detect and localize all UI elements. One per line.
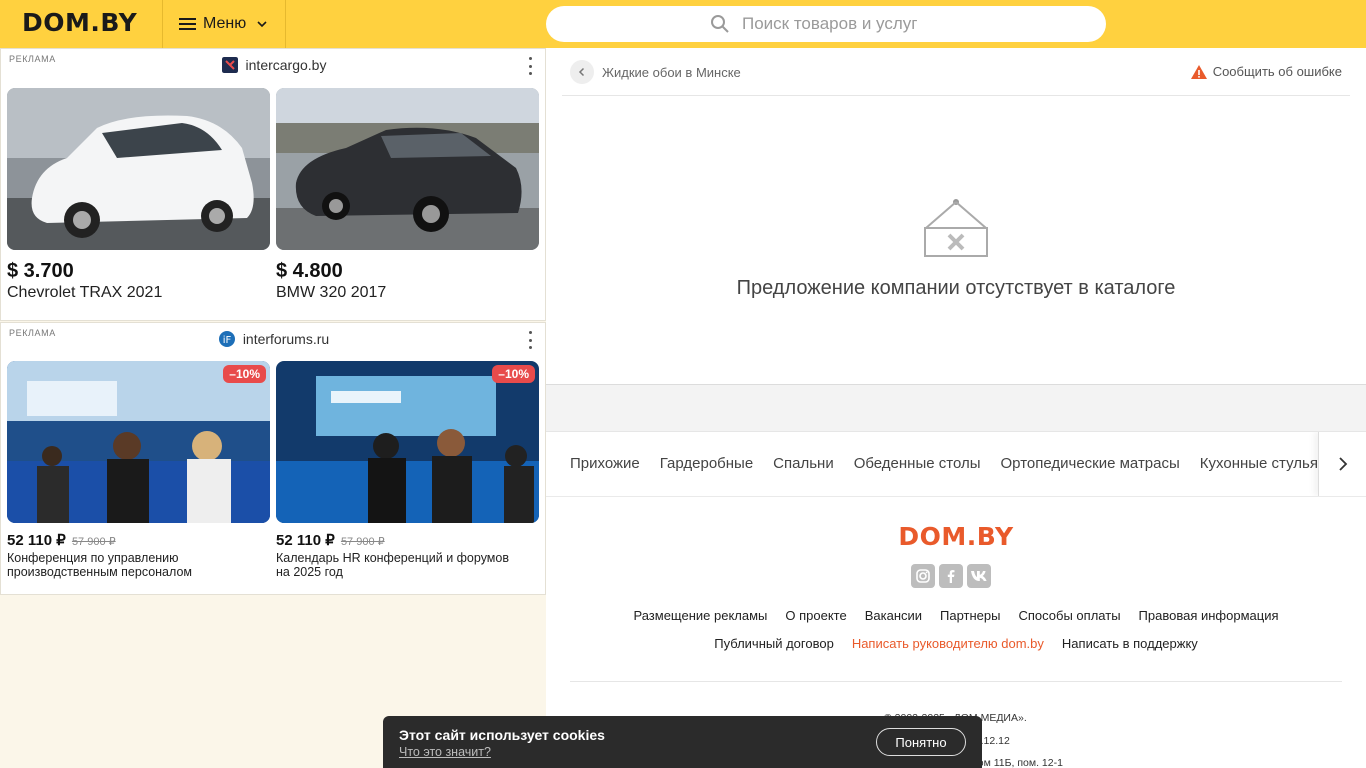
- chevron-down-icon: [257, 21, 267, 28]
- footer-link[interactable]: Размещение рекламы: [633, 608, 767, 623]
- footer-link[interactable]: Вакансии: [865, 608, 922, 623]
- main-content: Жидкие обои в Минске Сообщить об ошибке …: [546, 48, 1366, 768]
- ad-block: РЕКЛАМА iF interforums.ru –10% 52 110 ₽ …: [0, 322, 546, 595]
- menu-button[interactable]: Меню: [162, 0, 286, 48]
- footer-link[interactable]: Способы оплаты: [1019, 608, 1121, 623]
- ad-title: Chevrolet TRAX 2021: [7, 284, 163, 301]
- burger-icon: [179, 17, 196, 31]
- ad-card[interactable]: –10% 52 110 ₽ 57 900 ₽ Конференция по уп…: [7, 361, 270, 579]
- footer-link[interactable]: Партнеры: [940, 608, 1000, 623]
- ad-title-line: на 2025 год: [276, 565, 343, 579]
- empty-sign-icon: [924, 199, 988, 257]
- discount-badge: –10%: [492, 365, 535, 383]
- search-bar[interactable]: [546, 6, 1106, 42]
- spacer-band: [546, 384, 1366, 432]
- search-icon: [711, 15, 729, 33]
- footer-link-ceo[interactable]: Написать руководителю dom.by: [852, 636, 1044, 651]
- ads-column: РЕКЛАМА intercargo.by $ 3.700 Chevrolet …: [0, 48, 546, 768]
- footer-links-primary: Размещение рекламы О проекте Вакансии Партн…: [546, 608, 1366, 623]
- ad-price: $ 4.800: [276, 260, 343, 282]
- vk-icon[interactable]: [967, 564, 991, 588]
- more-options-icon[interactable]: [527, 57, 533, 75]
- empty-message: Предложение компании отсутствует в катал…: [736, 277, 1176, 299]
- ad-source-name: interforums.ru: [242, 331, 330, 347]
- ad-source-name: intercargo.by: [245, 57, 327, 73]
- interforums-logo-icon: iF: [218, 331, 235, 347]
- ad-price: 52 110 ₽ 57 900 ₽: [276, 531, 539, 549]
- car-photo: [276, 88, 539, 250]
- ad-card[interactable]: $ 4.800 BMW 320 2017: [276, 88, 539, 302]
- footer-link[interactable]: Правовая информация: [1139, 608, 1279, 623]
- report-error-link[interactable]: Сообщить об ошибке: [1190, 64, 1342, 79]
- ad-title-line: Конференция по управлению: [7, 551, 179, 565]
- ad-title: BMW 320 2017: [276, 284, 387, 301]
- more-options-icon[interactable]: [527, 331, 533, 349]
- category-link[interactable]: Ортопедические матрасы: [1001, 455, 1180, 472]
- menu-label: Меню: [203, 15, 247, 32]
- price-current: 52 110 ₽: [276, 532, 335, 549]
- conference-photo: –10%: [276, 361, 539, 523]
- category-link[interactable]: Кухонные стулья: [1200, 455, 1318, 472]
- ad-title: Конференция по управлению производственны…: [7, 551, 270, 579]
- ad-source[interactable]: iF interforums.ru: [1, 331, 547, 347]
- footer-link[interactable]: Публичный договор: [714, 636, 834, 651]
- site-header: DOM.BY Меню: [0, 0, 1366, 48]
- cookie-title: Этот сайт использует cookies: [399, 727, 605, 743]
- ad-title-line: производственным персоналом: [7, 565, 192, 579]
- ad-card[interactable]: $ 3.700 Chevrolet TRAX 2021: [7, 88, 270, 302]
- category-link[interactable]: Обеденные столы: [854, 455, 981, 472]
- price-current: 52 110 ₽: [7, 532, 66, 549]
- svg-text:iF: iF: [223, 335, 232, 346]
- instagram-icon[interactable]: [911, 564, 935, 588]
- search-input[interactable]: [742, 14, 942, 34]
- cookie-banner: Этот сайт использует cookies Что это зна…: [383, 716, 982, 768]
- ad-card[interactable]: –10% 52 110 ₽ 57 900 ₽ Календарь HR конф…: [276, 361, 539, 579]
- cookie-accept-button[interactable]: Понятно: [876, 728, 966, 756]
- ad-source[interactable]: intercargo.by: [1, 57, 547, 73]
- footer-logo[interactable]: DOM.BY: [546, 522, 1366, 551]
- report-error-label: Сообщить об ошибке: [1212, 64, 1342, 79]
- back-icon: [570, 60, 594, 84]
- category-link[interactable]: Прихожие: [570, 455, 640, 472]
- intercargo-logo-icon: [221, 57, 238, 73]
- footer-link[interactable]: Написать в поддержку: [1062, 636, 1198, 651]
- cookie-info-link[interactable]: Что это значит?: [399, 745, 491, 759]
- breadcrumb[interactable]: Жидкие обои в Минске: [570, 60, 741, 84]
- discount-badge: –10%: [223, 365, 266, 383]
- social-links: [911, 564, 995, 588]
- divider: [562, 95, 1350, 96]
- footer-links-secondary: Публичный договор Написать руководителю d…: [546, 636, 1366, 651]
- carousel-next-button[interactable]: [1318, 432, 1366, 496]
- ad-block: РЕКЛАМА intercargo.by $ 3.700 Chevrolet …: [0, 48, 546, 321]
- ad-title: Календарь HR конференций и форумов на 202…: [276, 551, 539, 579]
- ad-price: 52 110 ₽ 57 900 ₽: [7, 531, 270, 549]
- warning-icon: [1190, 64, 1207, 79]
- breadcrumb-label: Жидкие обои в Минске: [602, 64, 741, 80]
- price-old: 57 900 ₽: [71, 536, 116, 548]
- divider: [570, 681, 1342, 682]
- chevron-right-icon: [1338, 457, 1347, 471]
- ad-title-line: Календарь HR конференций и форумов: [276, 551, 509, 565]
- categories-row: Прихожие Гардеробные Спальни Обеденные стол…: [570, 455, 1338, 472]
- site-logo[interactable]: DOM.BY: [22, 8, 137, 37]
- ad-price: $ 3.700: [7, 260, 74, 282]
- price-old: 57 900 ₽: [340, 536, 385, 548]
- footer-link[interactable]: О проекте: [785, 608, 846, 623]
- categories-carousel: Прихожие Гардеробные Спальни Обеденные стол…: [546, 432, 1366, 497]
- facebook-icon[interactable]: [939, 564, 963, 588]
- conference-photo: –10%: [7, 361, 270, 523]
- car-photo: [7, 88, 270, 250]
- category-link[interactable]: Спальни: [773, 455, 834, 472]
- category-link[interactable]: Гардеробные: [660, 455, 753, 472]
